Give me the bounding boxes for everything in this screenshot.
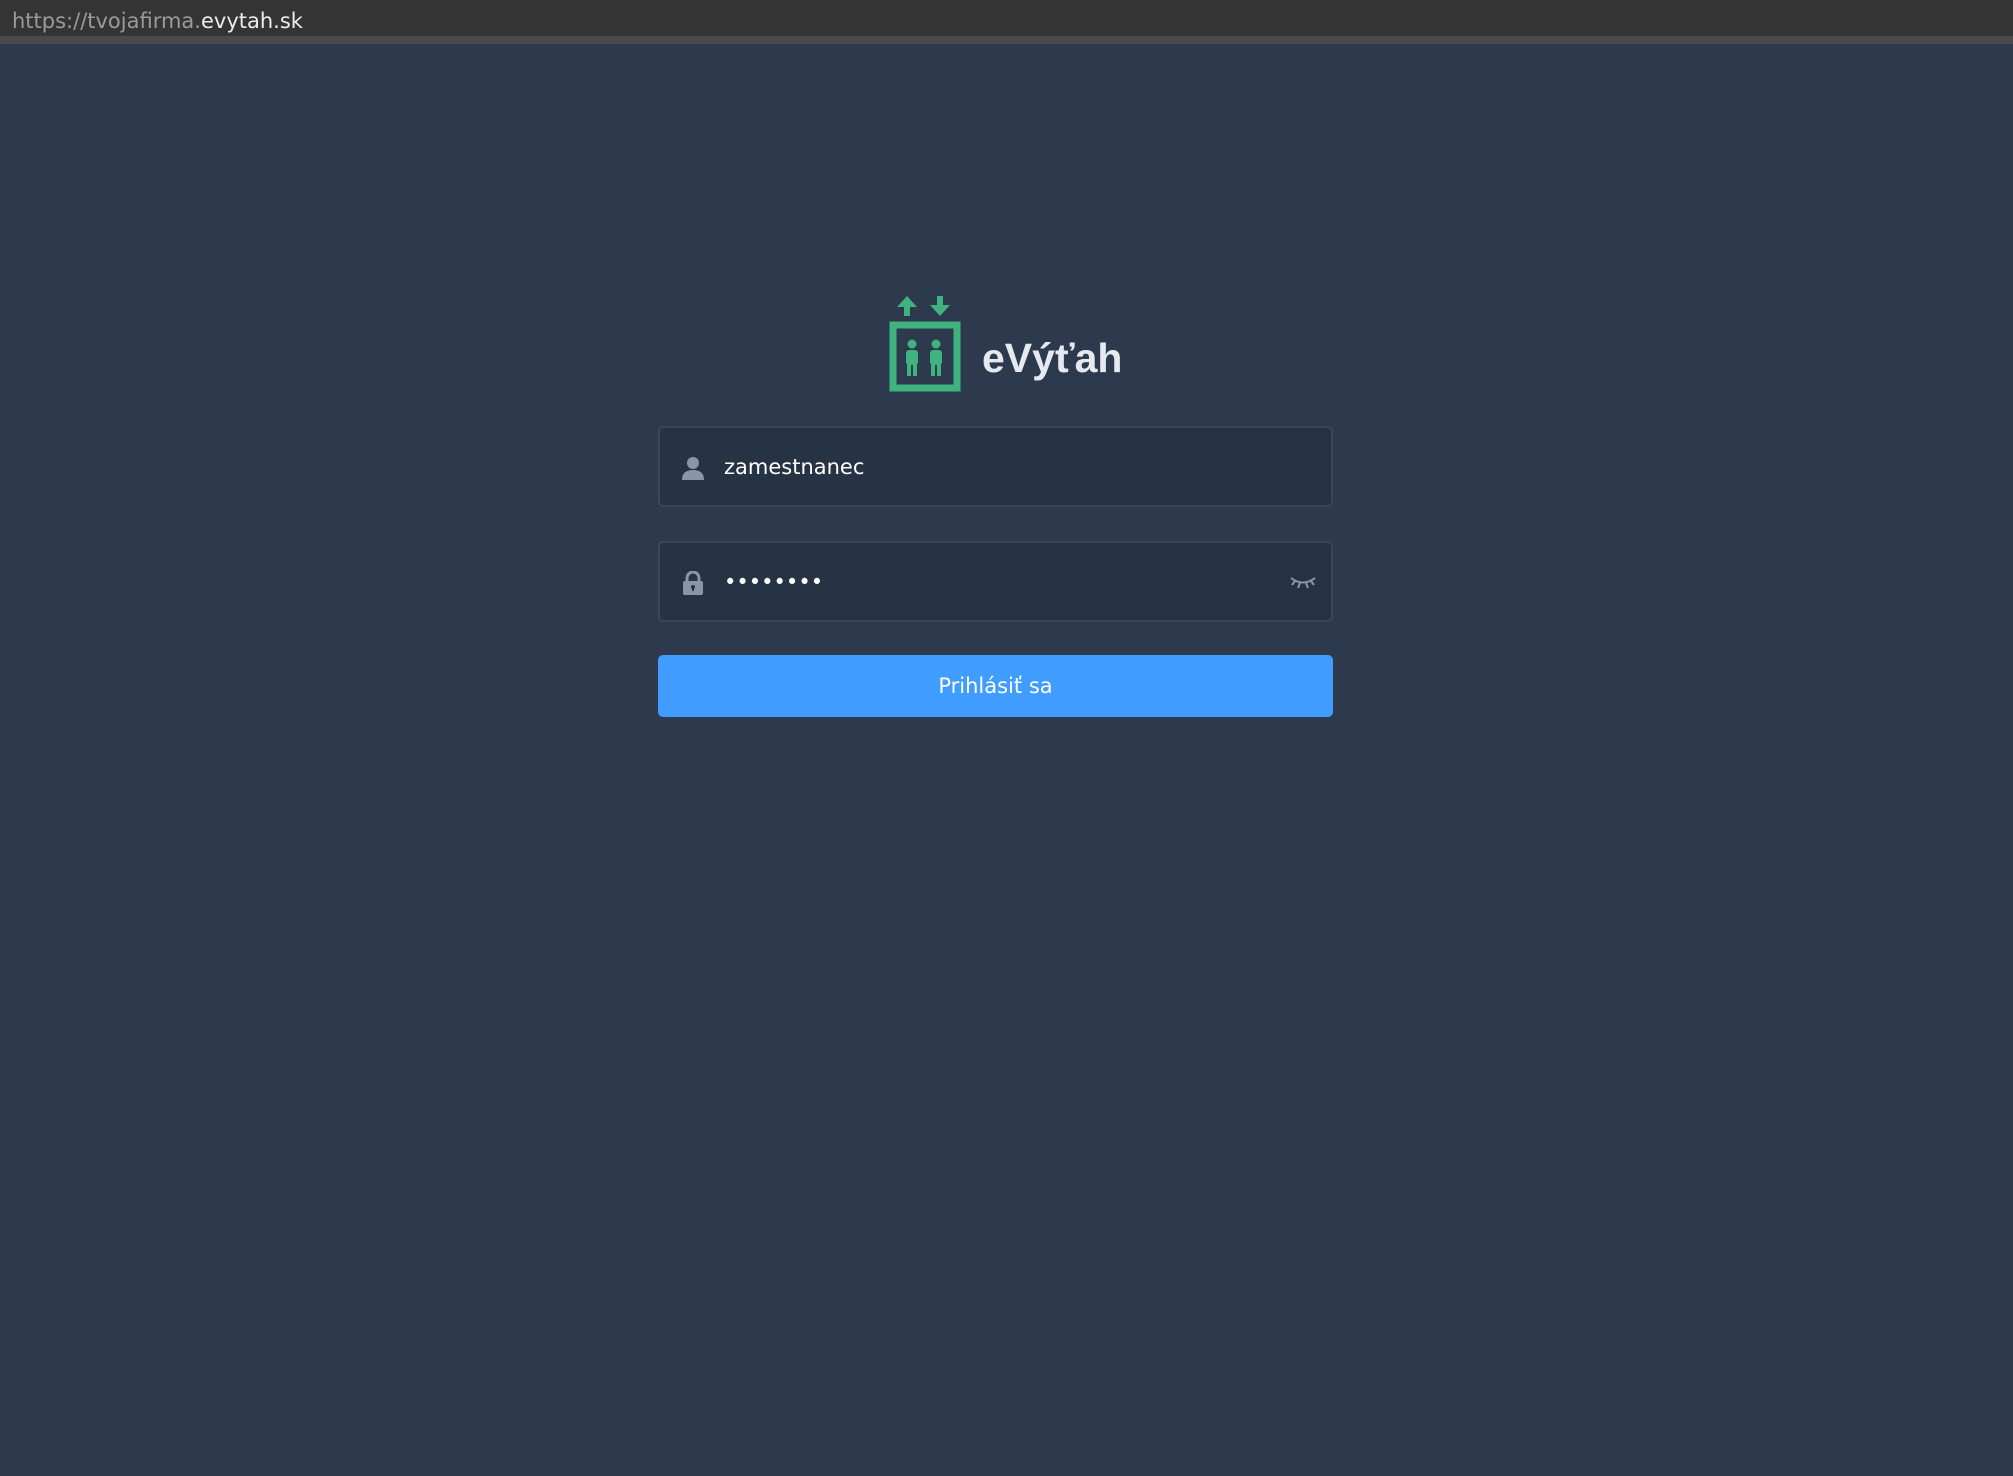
login-button[interactable]: Prihlásiť sa — [658, 655, 1333, 717]
login-page: eVýťah Prihlásiť sa — [0, 52, 2013, 1476]
url-domain: evytah.sk — [200, 9, 303, 33]
password-field[interactable] — [658, 541, 1333, 622]
browser-address-bar[interactable]: https://tvojafirma.evytah.sk — [0, 0, 2013, 44]
lock-icon — [683, 571, 703, 595]
brand-logo: eVýťah — [888, 292, 1128, 394]
brand-name: eVýťah — [982, 335, 1123, 381]
elevator-icon — [889, 296, 961, 392]
user-icon — [682, 457, 704, 480]
url-text[interactable]: https://tvojafirma.evytah.sk — [12, 8, 303, 34]
username-field[interactable] — [658, 426, 1333, 507]
username-input[interactable] — [724, 428, 1264, 505]
eye-closed-icon[interactable] — [1289, 573, 1317, 591]
password-input[interactable] — [724, 543, 1264, 620]
url-prefix: https://tvojafirma. — [12, 9, 201, 33]
